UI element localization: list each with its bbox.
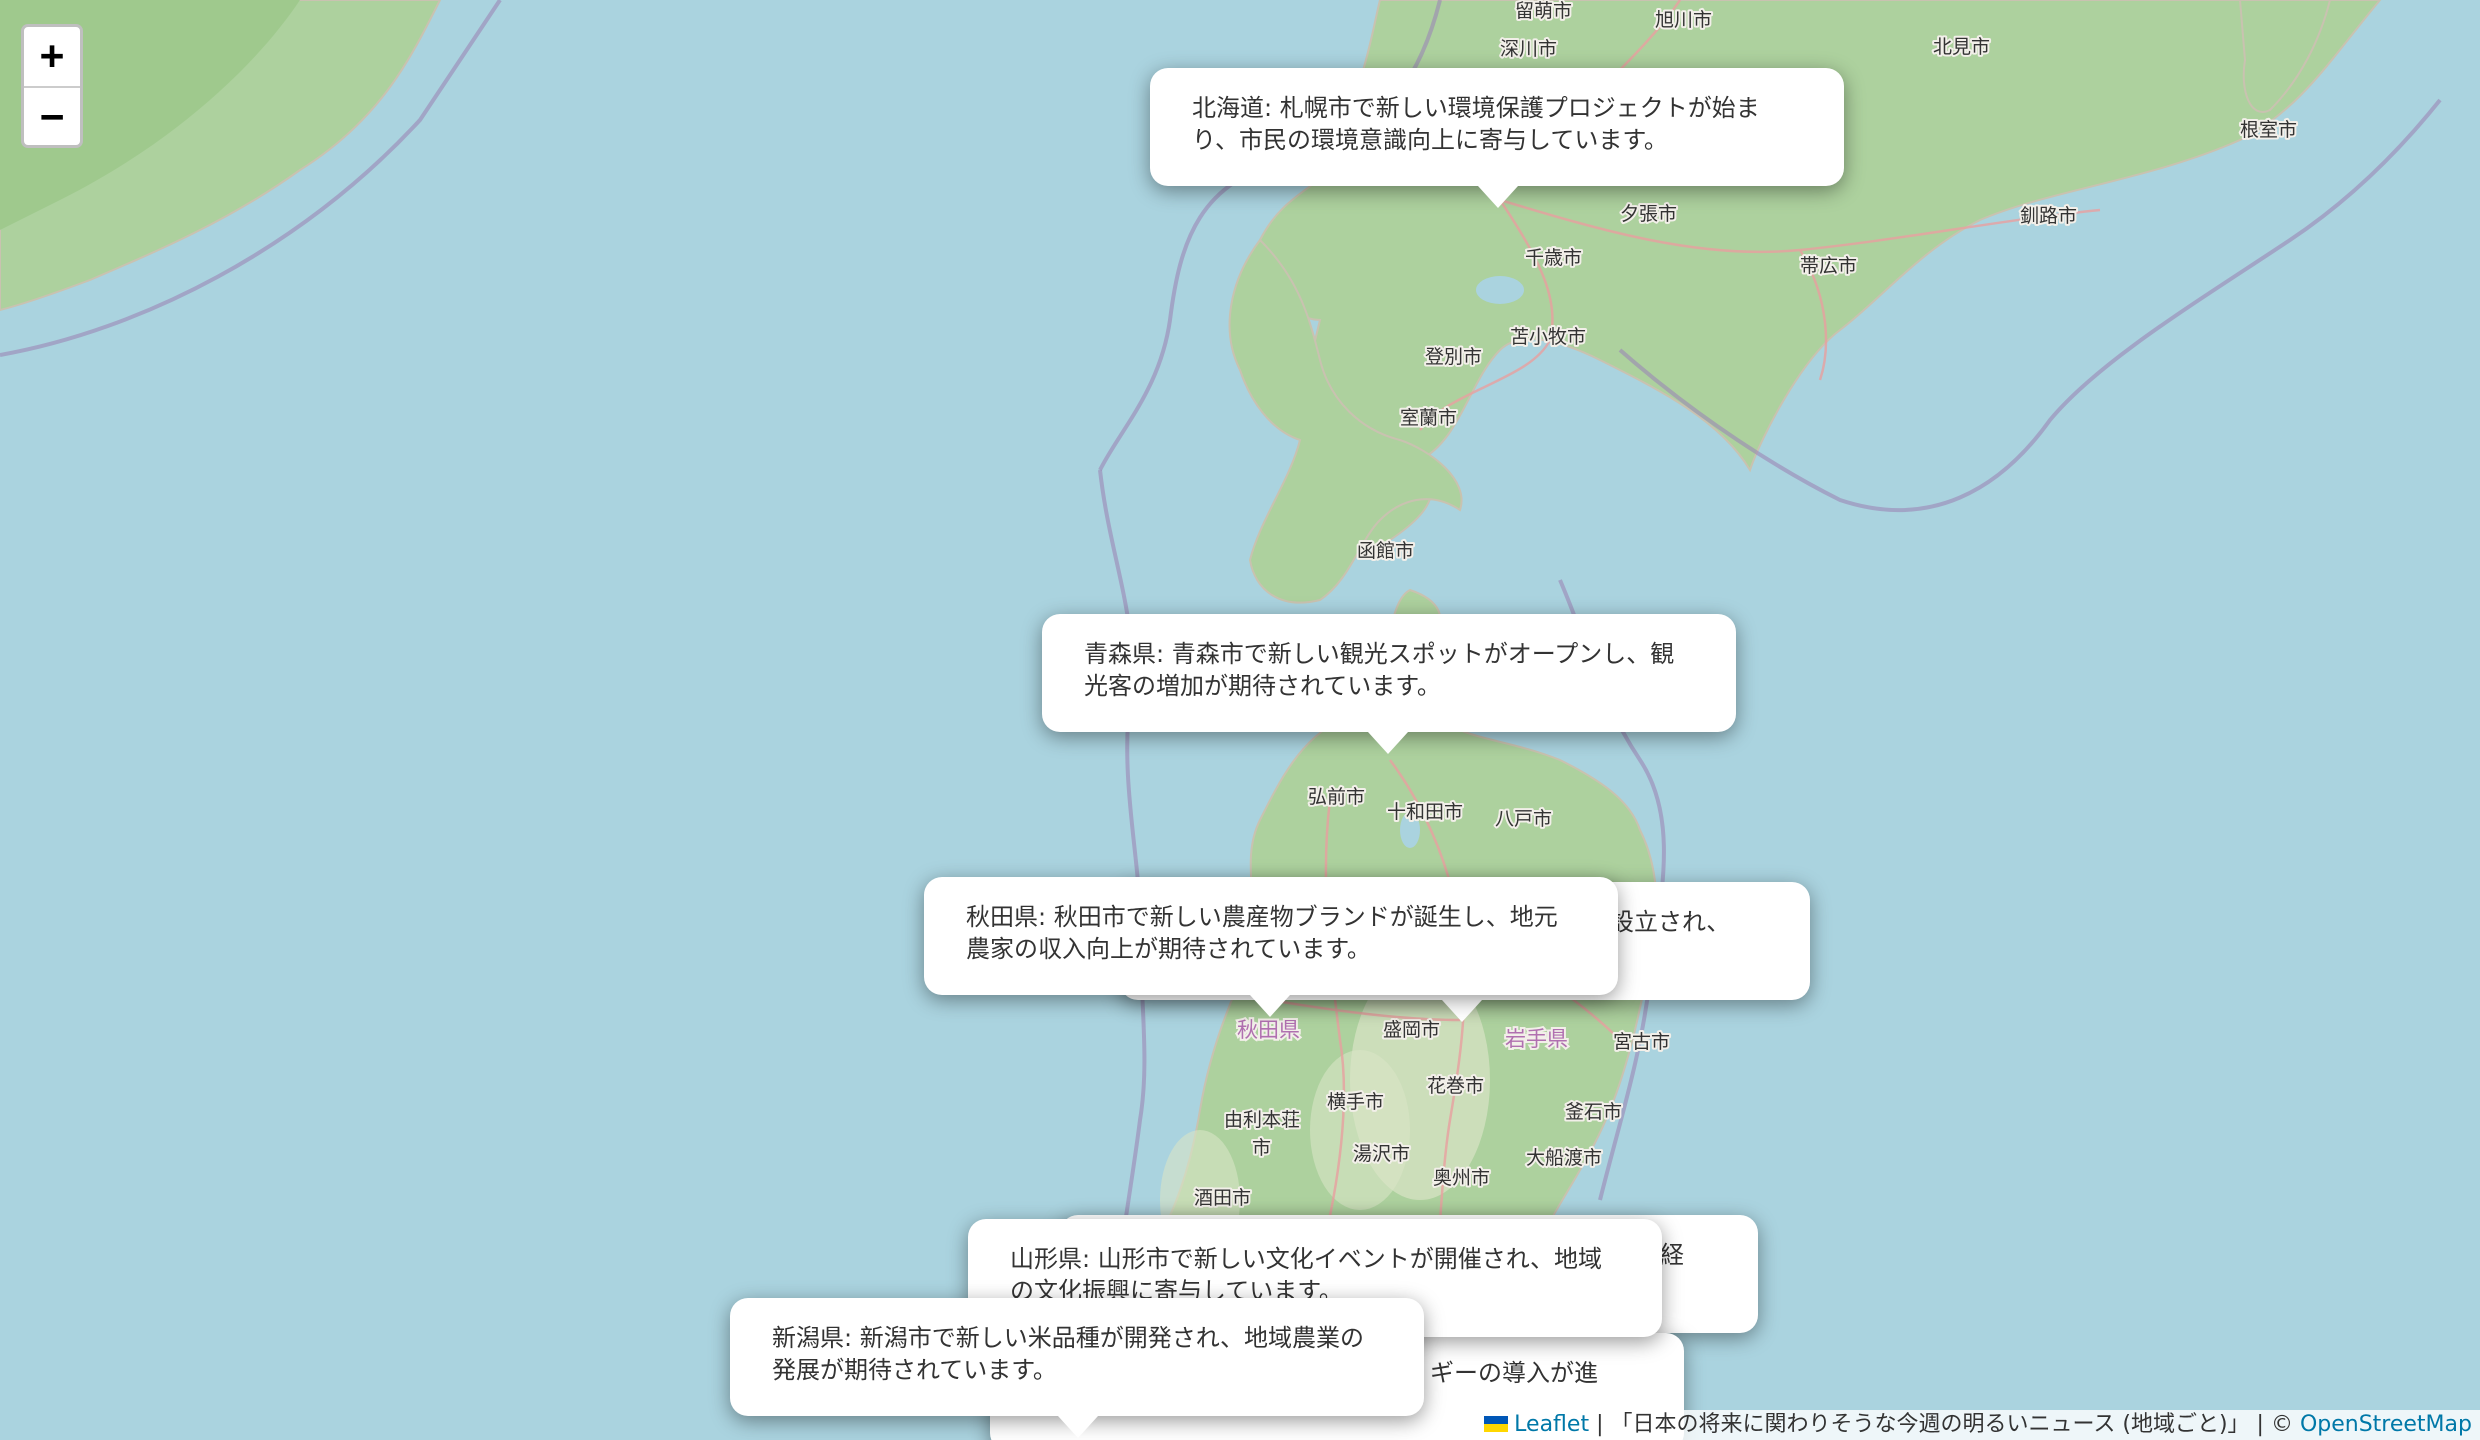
place-label: 八戸市: [1495, 808, 1552, 830]
lake-shikotsu: [1476, 276, 1524, 304]
place-label: 宮古市: [1613, 1031, 1670, 1053]
prefecture-label: 岩手県: [1505, 1027, 1568, 1051]
place-label: 酒田市: [1194, 1187, 1251, 1209]
place-label: 由利本荘: [1224, 1109, 1300, 1131]
leaflet-link[interactable]: Leaflet: [1514, 1412, 1589, 1437]
place-label: 帯広市: [1800, 255, 1857, 277]
zoom-control: + −: [21, 24, 83, 148]
popup-text: 秋田県: 秋田市で新しい農産物ブランドが誕生し、地元農家の収入向上が期待されてい…: [966, 903, 1558, 963]
place-label: 弘前市: [1308, 786, 1365, 808]
prefecture-label: 秋田県: [1237, 1018, 1300, 1042]
zoom-out-button[interactable]: −: [24, 88, 80, 145]
place-label: 千歳市: [1525, 247, 1582, 269]
place-label: 留萌市: [1515, 0, 1572, 22]
place-label: 室蘭市: [1400, 407, 1457, 429]
place-label: 夕張市: [1620, 203, 1677, 225]
place-label: 旭川市: [1655, 9, 1712, 31]
place-label: 盛岡市: [1383, 1019, 1440, 1041]
popup-tip: [1058, 1416, 1098, 1438]
place-label: 深川市: [1500, 38, 1557, 60]
place-label: 市: [1252, 1137, 1271, 1159]
map-canvas[interactable]: 留萌市 旭川市 深川市 北見市 根室市 夕張市 千歳市 帯広市 釧路市 苫小牧市…: [0, 0, 2480, 1440]
place-label: 函館市: [1357, 540, 1414, 562]
yokote-basin: [1310, 1050, 1410, 1210]
popup-text: 北海道: 札幌市で新しい環境保護プロジェクトが始まり、市民の環境意識向上に寄与し…: [1192, 94, 1760, 154]
popup-tip: [1478, 186, 1518, 208]
place-label: 北見市: [1933, 36, 1990, 58]
attribution-copyright: | ©: [2249, 1412, 2300, 1437]
place-label: 横手市: [1327, 1091, 1384, 1113]
place-label: 登別市: [1425, 346, 1482, 368]
popup-text: 設立され、: [1610, 908, 1731, 936]
news-popup-aomori[interactable]: 青森県: 青森市で新しい観光スポットがオープンし、観光客の増加が期待されています…: [1042, 614, 1736, 732]
place-label: 根室市: [2240, 119, 2297, 141]
ukraine-flag-icon: [1484, 1416, 1509, 1432]
attribution-separator: |: [1589, 1412, 1611, 1437]
place-label: 湯沢市: [1353, 1143, 1410, 1165]
place-label: 苫小牧市: [1510, 326, 1586, 348]
news-popup-akita[interactable]: 秋田県: 秋田市で新しい農産物ブランドが誕生し、地元農家の収入向上が期待されてい…: [924, 877, 1618, 995]
attribution-title: 「日本の将来に関わりそうな今週の明るいニュース (地域ごと)」: [1610, 1412, 2250, 1437]
openstreetmap-link[interactable]: OpenStreetMap: [2300, 1412, 2472, 1437]
popup-tip: [1250, 995, 1290, 1017]
place-label: 奥州市: [1433, 1167, 1490, 1189]
place-label: 釧路市: [2020, 205, 2077, 227]
zoom-in-button[interactable]: +: [24, 27, 80, 88]
popup-text: ギーの導入が進: [1430, 1359, 1598, 1387]
popup-text: 新潟県: 新潟市で新しい米品種が開発され、地域農業の発展が期待されています。: [772, 1324, 1364, 1384]
popup-text: 青森県: 青森市で新しい観光スポットがオープンし、観光客の増加が期待されています…: [1084, 640, 1675, 700]
popup-tip: [1442, 1000, 1482, 1022]
place-label: 釜石市: [1565, 1101, 1622, 1123]
popup-text: 経: [1660, 1241, 1684, 1269]
place-label: 大船渡市: [1526, 1147, 1602, 1169]
news-popup-hokkaido[interactable]: 北海道: 札幌市で新しい環境保護プロジェクトが始まり、市民の環境意識向上に寄与し…: [1150, 68, 1844, 186]
place-label: 花巻市: [1427, 1075, 1484, 1097]
map-attribution: Leaflet | 「日本の将来に関わりそうな今週の明るいニュース (地域ごと)…: [1476, 1410, 2480, 1440]
place-label: 十和田市: [1387, 801, 1463, 823]
news-popup-niigata[interactable]: 新潟県: 新潟市で新しい米品種が開発され、地域農業の発展が期待されています。: [730, 1298, 1424, 1416]
popup-text: 山形県: 山形市で新しい文化イベントが開催され、地域の文化振興に寄与しています。: [1010, 1245, 1602, 1305]
popup-tip: [1368, 732, 1408, 754]
